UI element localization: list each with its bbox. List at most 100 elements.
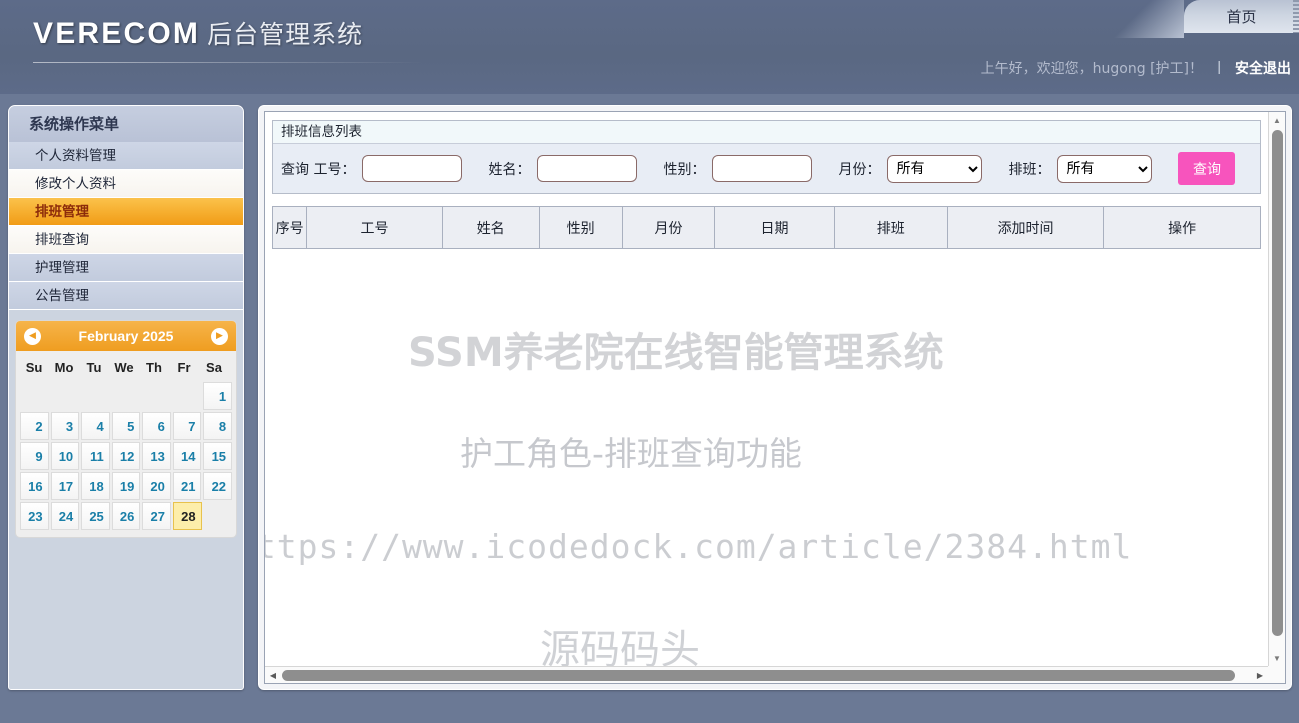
calendar-title: February 2025	[78, 328, 174, 344]
table-header-row: 序号 工号 姓名 性别 月份 日期 排班 添加时间 操作	[271, 206, 1261, 249]
calendar-week-row: 2 3 4 5 6 7 8	[19, 411, 233, 441]
column-header-actions: 操作	[1103, 206, 1261, 249]
vertical-scrollbar-thumb[interactable]	[1272, 130, 1283, 636]
calendar-day[interactable]: 20	[142, 472, 171, 500]
calendar-day[interactable]: 23	[20, 502, 49, 530]
calendar-grid: Su Mo Tu We Th Fr Sa 1 2 3 4 5 6 7 8 9 1…	[16, 351, 236, 537]
calendar-day-today[interactable]: 28	[172, 502, 202, 530]
sidebar-item-label: 护理管理	[35, 260, 89, 276]
calendar-dow: Sa	[206, 360, 222, 375]
calendar-day[interactable]: 18	[81, 472, 110, 500]
sidebar-item-nursing-management[interactable]: 护理管理	[9, 254, 243, 282]
watermark-feature-name: 护工角色-排班查询功能	[460, 434, 802, 473]
calendar-week-row: 16 17 18 19 20 21 22	[19, 471, 233, 501]
calendar-day[interactable]: 27	[142, 502, 171, 530]
column-header-date: 日期	[714, 206, 835, 249]
gender-input[interactable]	[712, 155, 813, 182]
column-header-month: 月份	[621, 206, 716, 249]
triangle-down-icon[interactable]: ▼	[1269, 650, 1285, 666]
calendar-dow: Tu	[86, 360, 102, 375]
employee-id-input[interactable]	[362, 155, 463, 182]
calendar-day[interactable]: 12	[111, 442, 141, 470]
calendar-day[interactable]: 7	[172, 412, 202, 440]
calendar-dow: Su	[25, 360, 43, 375]
horizontal-scrollbar[interactable]: ◀ ▶	[265, 666, 1268, 683]
calendar-day[interactable]: 10	[50, 442, 80, 470]
calendar-day[interactable]: 14	[172, 442, 202, 470]
calendar-day[interactable]: 16	[20, 472, 49, 500]
calendar-day[interactable]: 8	[203, 412, 233, 440]
calendar-day[interactable]: 3	[50, 412, 80, 440]
sidebar-item-label: 修改个人资料	[35, 176, 116, 192]
column-header-seq: 序号	[271, 206, 308, 249]
calendar-day[interactable]: 17	[50, 472, 80, 500]
triangle-right-icon[interactable]: ▶	[1252, 667, 1268, 683]
filter-toolbar: 查询 工号： 姓名： 性别： 月份： 所有 排班： 所有 查询	[273, 143, 1260, 193]
triangle-left-icon[interactable]: ◀	[265, 667, 281, 683]
calendar-day-empty	[51, 382, 80, 410]
sidebar-item-shift-query[interactable]: 排班查询	[9, 226, 243, 254]
calendar-day[interactable]: 6	[142, 412, 171, 440]
calendar-day[interactable]: 2	[20, 412, 49, 440]
logo-text-en: VERECOM	[33, 17, 201, 50]
chevron-right-icon[interactable]: ▶	[211, 327, 228, 345]
shift-table: 序号 工号 姓名 性别 月份 日期 排班 添加时间 操作	[271, 206, 1261, 249]
calendar-dow: Th	[146, 360, 162, 375]
sidebar-item-label: 个人资料管理	[35, 148, 116, 164]
sidebar-item-profile-management[interactable]: 个人资料管理	[9, 142, 243, 170]
tab-home-label: 首页	[1226, 8, 1257, 26]
calendar-day[interactable]: 5	[111, 412, 141, 440]
column-header-employee-id: 工号	[306, 206, 443, 249]
triangle-up-icon[interactable]: ▲	[1269, 112, 1285, 128]
shift-select[interactable]: 所有	[1057, 154, 1153, 183]
calendar-day-empty	[204, 502, 232, 530]
calendar-week-row: 9 10 11 12 13 14 15	[19, 441, 233, 471]
watermark-url: https://www.icodedock.com/article/2384.h…	[265, 527, 1133, 566]
calendar-day[interactable]: 26	[111, 502, 141, 530]
chevron-left-icon[interactable]: ◀	[24, 327, 41, 345]
calendar-day[interactable]: 19	[111, 472, 141, 500]
sidebar-item-edit-profile[interactable]: 修改个人资料	[9, 170, 243, 198]
calendar-day-empty	[20, 382, 49, 410]
calendar-dow: We	[114, 360, 134, 375]
shift-list-panel: 排班信息列表 查询 工号： 姓名： 性别： 月份： 所有 排班： 所有 查询	[272, 120, 1261, 194]
sidebar-item-label: 排班管理	[35, 204, 89, 220]
calendar-day-empty	[173, 382, 202, 410]
month-select[interactable]: 所有	[887, 154, 983, 183]
calendar-day[interactable]: 24	[50, 502, 80, 530]
logout-separator: |	[1217, 58, 1221, 74]
sidebar-item-notice-management[interactable]: 公告管理	[9, 282, 243, 310]
calendar-day-empty	[142, 382, 171, 410]
search-button[interactable]: 查询	[1178, 152, 1236, 185]
calendar-day[interactable]: 9	[20, 442, 49, 470]
calendar-day[interactable]: 25	[81, 502, 110, 530]
calendar-day[interactable]: 4	[81, 412, 110, 440]
calendar-header: ◀ February 2025 ▶	[16, 321, 236, 351]
calendar-day[interactable]: 21	[172, 472, 202, 500]
horizontal-scrollbar-thumb[interactable]	[282, 670, 1235, 681]
calendar-day[interactable]: 15	[203, 442, 233, 470]
app-logo: VERECOM 后台管理系统	[33, 15, 363, 51]
calendar-widget: ◀ February 2025 ▶ Su Mo Tu We Th Fr Sa 1…	[15, 320, 237, 538]
column-header-shift: 排班	[833, 206, 948, 249]
watermark-site-name: 源码码头	[540, 627, 700, 666]
calendar-day[interactable]: 11	[81, 442, 110, 470]
calendar-day-empty	[81, 382, 110, 410]
shift-label: 排班：	[1008, 161, 1051, 178]
name-input[interactable]	[537, 155, 638, 182]
content-scroll-area: 排班信息列表 查询 工号： 姓名： 性别： 月份： 所有 排班： 所有 查询 序…	[265, 112, 1268, 666]
calendar-day[interactable]: 13	[142, 442, 171, 470]
watermark-system-name: SSM养老院在线智能管理系统	[408, 330, 944, 376]
vertical-scrollbar[interactable]: ▲ ▼	[1268, 112, 1285, 666]
sidebar: 系统操作菜单 个人资料管理 修改个人资料 排班管理 排班查询 护理管理 公告管理…	[8, 105, 244, 690]
calendar-day[interactable]: 22	[203, 472, 233, 500]
main-panel: 排班信息列表 查询 工号： 姓名： 性别： 月份： 所有 排班： 所有 查询 序…	[258, 105, 1292, 690]
logout-link[interactable]: 安全退出	[1235, 58, 1291, 78]
logo-text-cn: 后台管理系统	[207, 20, 364, 49]
page-title: 排班信息列表	[273, 121, 1260, 143]
calendar-week-row: 1	[19, 381, 233, 411]
main-content-frame: 排班信息列表 查询 工号： 姓名： 性别： 月份： 所有 排班： 所有 查询 序…	[264, 111, 1286, 684]
sidebar-item-shift-management[interactable]: 排班管理	[9, 198, 243, 226]
calendar-day[interactable]: 1	[203, 382, 233, 410]
tab-home[interactable]: 首页	[1184, 0, 1299, 33]
